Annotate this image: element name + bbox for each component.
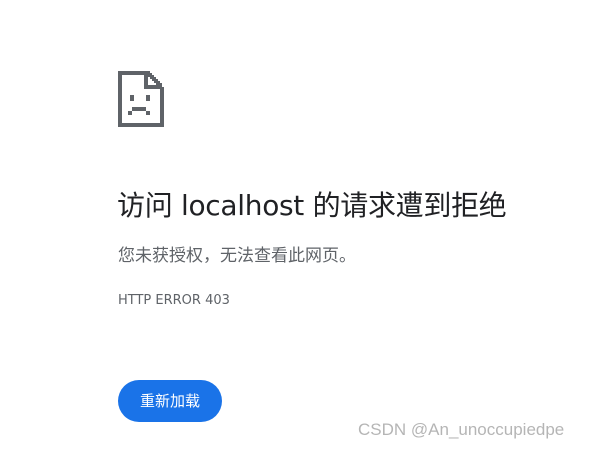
error-page: 访问 localhost 的请求遭到拒绝 您未获授权，无法查看此网页。 HTTP… xyxy=(0,0,599,449)
watermark: CSDN @An_unoccupiedpe xyxy=(358,420,565,439)
reload-button[interactable]: 重新加载 xyxy=(118,380,222,422)
error-code: HTTP ERROR 403 xyxy=(118,293,230,308)
error-title: 访问 localhost 的请求遭到拒绝 xyxy=(117,189,507,222)
sad-document-icon xyxy=(118,71,164,127)
error-message: 您未获授权，无法查看此网页。 xyxy=(118,246,356,266)
